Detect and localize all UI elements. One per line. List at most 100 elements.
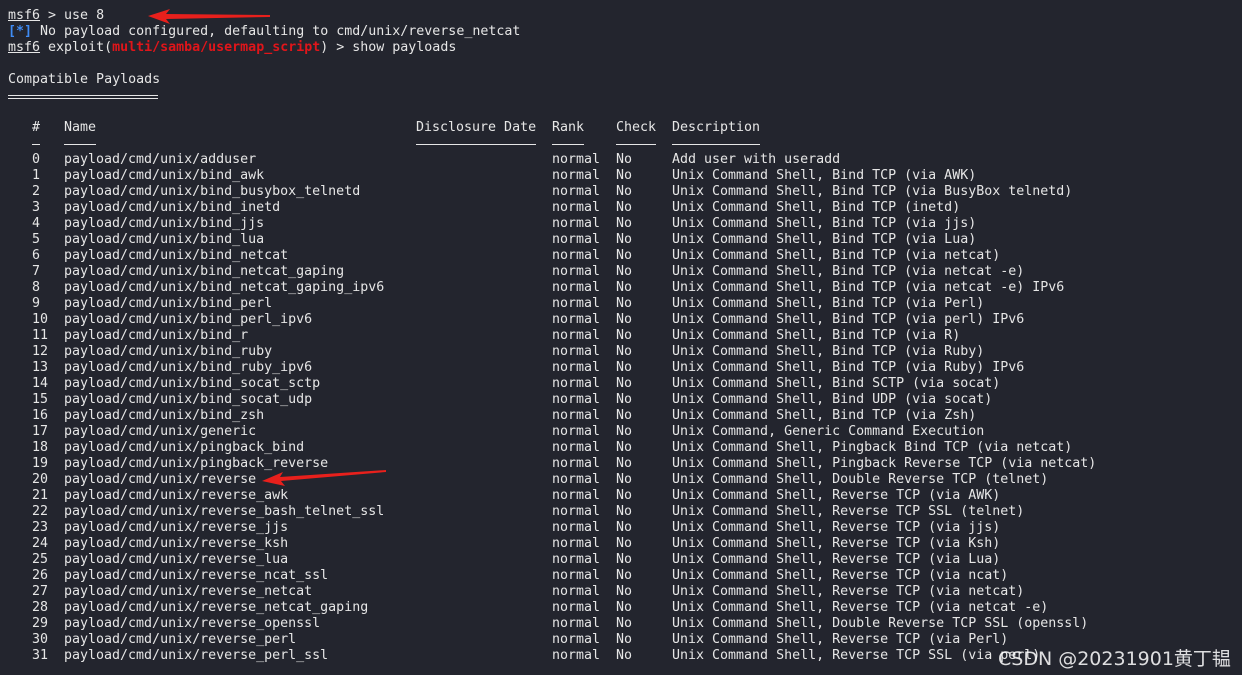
cell-index: 11 [32, 328, 49, 343]
cell-description: Unix Command, Generic Command Execution [672, 424, 985, 439]
table-row: 20 payload/cmd/unix/reverse normal No Unix C… [0, 472, 1230, 488]
cell-check: No [616, 200, 633, 215]
table-row: 22 payload/cmd/unix/reverse_bash_telnet_s… [0, 504, 1230, 520]
section-title: Compatible Payloads [8, 72, 161, 87]
header-underline [552, 144, 584, 145]
cell-check: No [616, 152, 633, 167]
table-row: 6 payload/cmd/unix/bind_netcat normal No Uni… [0, 248, 1230, 264]
cell-name: payload/cmd/unix/bind_socat_udp [64, 392, 313, 407]
cell-rank: normal [552, 552, 601, 567]
cell-name: payload/cmd/unix/bind_zsh [64, 408, 265, 423]
cell-description: Unix Command Shell, Bind TCP (via Perl) [672, 296, 985, 311]
cell-check: No [616, 488, 633, 503]
table-row: 17 payload/cmd/unix/generic normal No Unix C… [0, 424, 1230, 440]
cell-name: payload/cmd/unix/pingback_reverse [64, 456, 329, 471]
cell-name: payload/cmd/unix/generic [64, 424, 257, 439]
cell-index: 10 [32, 312, 49, 327]
cell-rank: normal [552, 360, 601, 375]
cell-rank: normal [552, 200, 601, 215]
cell-index: 17 [32, 424, 49, 439]
command: > use 8 [40, 8, 105, 23]
table-row: 16 payload/cmd/unix/bind_zsh normal No Unix … [0, 408, 1230, 424]
cell-rank: normal [552, 568, 601, 583]
cell-description: Unix Command Shell, Reverse TCP (via Per… [672, 632, 1009, 647]
cell-description: Unix Command Shell, Bind TCP (via netcat… [672, 280, 1065, 295]
cell-index: 27 [32, 584, 49, 599]
cell-check: No [616, 648, 633, 663]
cell-check: No [616, 632, 633, 647]
cell-name: payload/cmd/unix/reverse_openssl [64, 616, 321, 631]
header-underline [64, 144, 96, 145]
table-row: 15 payload/cmd/unix/bind_socat_udp normal N… [0, 392, 1230, 408]
prompt: msf6 [8, 8, 41, 23]
cell-rank: normal [552, 376, 601, 391]
cell-name: payload/cmd/unix/bind_busybox_telnetd [64, 184, 361, 199]
cell-check: No [616, 328, 633, 343]
cell-description: Unix Command Shell, Bind TCP (via netcat… [672, 248, 1001, 263]
cell-description: Unix Command Shell, Bind TCP (inetd) [672, 200, 961, 215]
cell-name: payload/cmd/unix/reverse_jjs [64, 520, 289, 535]
cell-index: # [32, 120, 41, 135]
cell-index: 26 [32, 568, 49, 583]
command-line-show: msf6 exploit(multi/samba/usermap_script)… [8, 40, 520, 56]
cell-index: 16 [32, 408, 49, 423]
table-row: 5 payload/cmd/unix/bind_lua normal No Unix C… [0, 232, 1230, 248]
cell-name: payload/cmd/unix/bind_awk [64, 168, 265, 183]
cell-index: 22 [32, 504, 49, 519]
cell-name: payload/cmd/unix/reverse_lua [64, 552, 289, 567]
cell-description: Unix Command Shell, Reverse TCP (via jjs… [672, 520, 1001, 535]
table-row: 14 payload/cmd/unix/bind_socat_sctp normal… [0, 376, 1230, 392]
table-header: # Name Disclosure Date Rank Check Description [0, 120, 1230, 136]
table-row: 29 payload/cmd/unix/reverse_openssl normal… [0, 616, 1230, 632]
cell-description: Unix Command Shell, Bind TCP (via R) [672, 328, 961, 343]
table-row: 3 payload/cmd/unix/bind_inetd normal No Unix… [0, 200, 1230, 216]
cell-rank: normal [552, 168, 601, 183]
header-underline [616, 144, 656, 145]
cell-description: Unix Command Shell, Reverse TCP SSL (via… [672, 648, 1041, 663]
table-row: 24 payload/cmd/unix/reverse_ksh normal No Un… [0, 536, 1230, 552]
cell-index: 3 [32, 200, 41, 215]
header-underline [416, 144, 536, 145]
cell-description: Unix Command Shell, Bind TCP (via jjs) [672, 216, 977, 231]
cell-name: payload/cmd/unix/reverse_awk [64, 488, 289, 503]
cell-check: No [616, 248, 633, 263]
cell-name: payload/cmd/unix/reverse_netcat_gaping [64, 600, 369, 615]
cell-check: No [616, 600, 633, 615]
cell-check: No [616, 264, 633, 279]
cell-name: payload/cmd/unix/bind_r [64, 328, 249, 343]
terminal-output: msf6 > use 8 [*] No payload configured, … [8, 8, 520, 104]
cell-description: Unix Command Shell, Bind SCTP (via socat… [672, 376, 1001, 391]
cell-index: 29 [32, 616, 49, 631]
cell-index: 6 [32, 248, 41, 263]
cell-check: No [616, 568, 633, 583]
cell-description: Unix Command Shell, Bind TCP (via Zsh) [672, 408, 977, 423]
cell-rank: normal [552, 472, 601, 487]
cell-check: No [616, 440, 633, 455]
cell-index: 13 [32, 360, 49, 375]
table-row: 13 payload/cmd/unix/bind_ruby_ipv6 normal N… [0, 360, 1230, 376]
cell-check: No [616, 280, 633, 295]
table-row: 4 payload/cmd/unix/bind_jjs normal No Unix C… [0, 216, 1230, 232]
cell-check: No [616, 536, 633, 551]
cell-name: payload/cmd/unix/reverse_perl_ssl [64, 648, 329, 663]
info-marker: [*] [8, 24, 33, 39]
prompt-prefix: exploit( [40, 40, 113, 55]
cell-rank: normal [552, 648, 601, 663]
cell-name: payload/cmd/unix/bind_perl_ipv6 [64, 312, 313, 327]
watermark: CSDN @20231901黄丁韫 [998, 648, 1231, 670]
cell-index: 8 [32, 280, 41, 295]
cell-name: payload/cmd/unix/reverse_bash_telnet_ssl [64, 504, 385, 519]
table-row: 8 payload/cmd/unix/bind_netcat_gaping_ipv… [0, 280, 1230, 296]
cell-check: No [616, 552, 633, 567]
cell-rank: normal [552, 392, 601, 407]
cell-name: payload/cmd/unix/bind_perl [64, 296, 273, 311]
cell-index: 1 [32, 168, 41, 183]
cell-index: 28 [32, 600, 49, 615]
cell-rank: normal [552, 520, 601, 535]
table-row: 1 payload/cmd/unix/bind_awk normal No Unix C… [0, 168, 1230, 184]
cell-index: 7 [32, 264, 41, 279]
cell-check: No [616, 360, 633, 375]
cell-rank: normal [552, 536, 601, 551]
section-underline [8, 88, 520, 104]
cell-check: No [616, 232, 633, 247]
